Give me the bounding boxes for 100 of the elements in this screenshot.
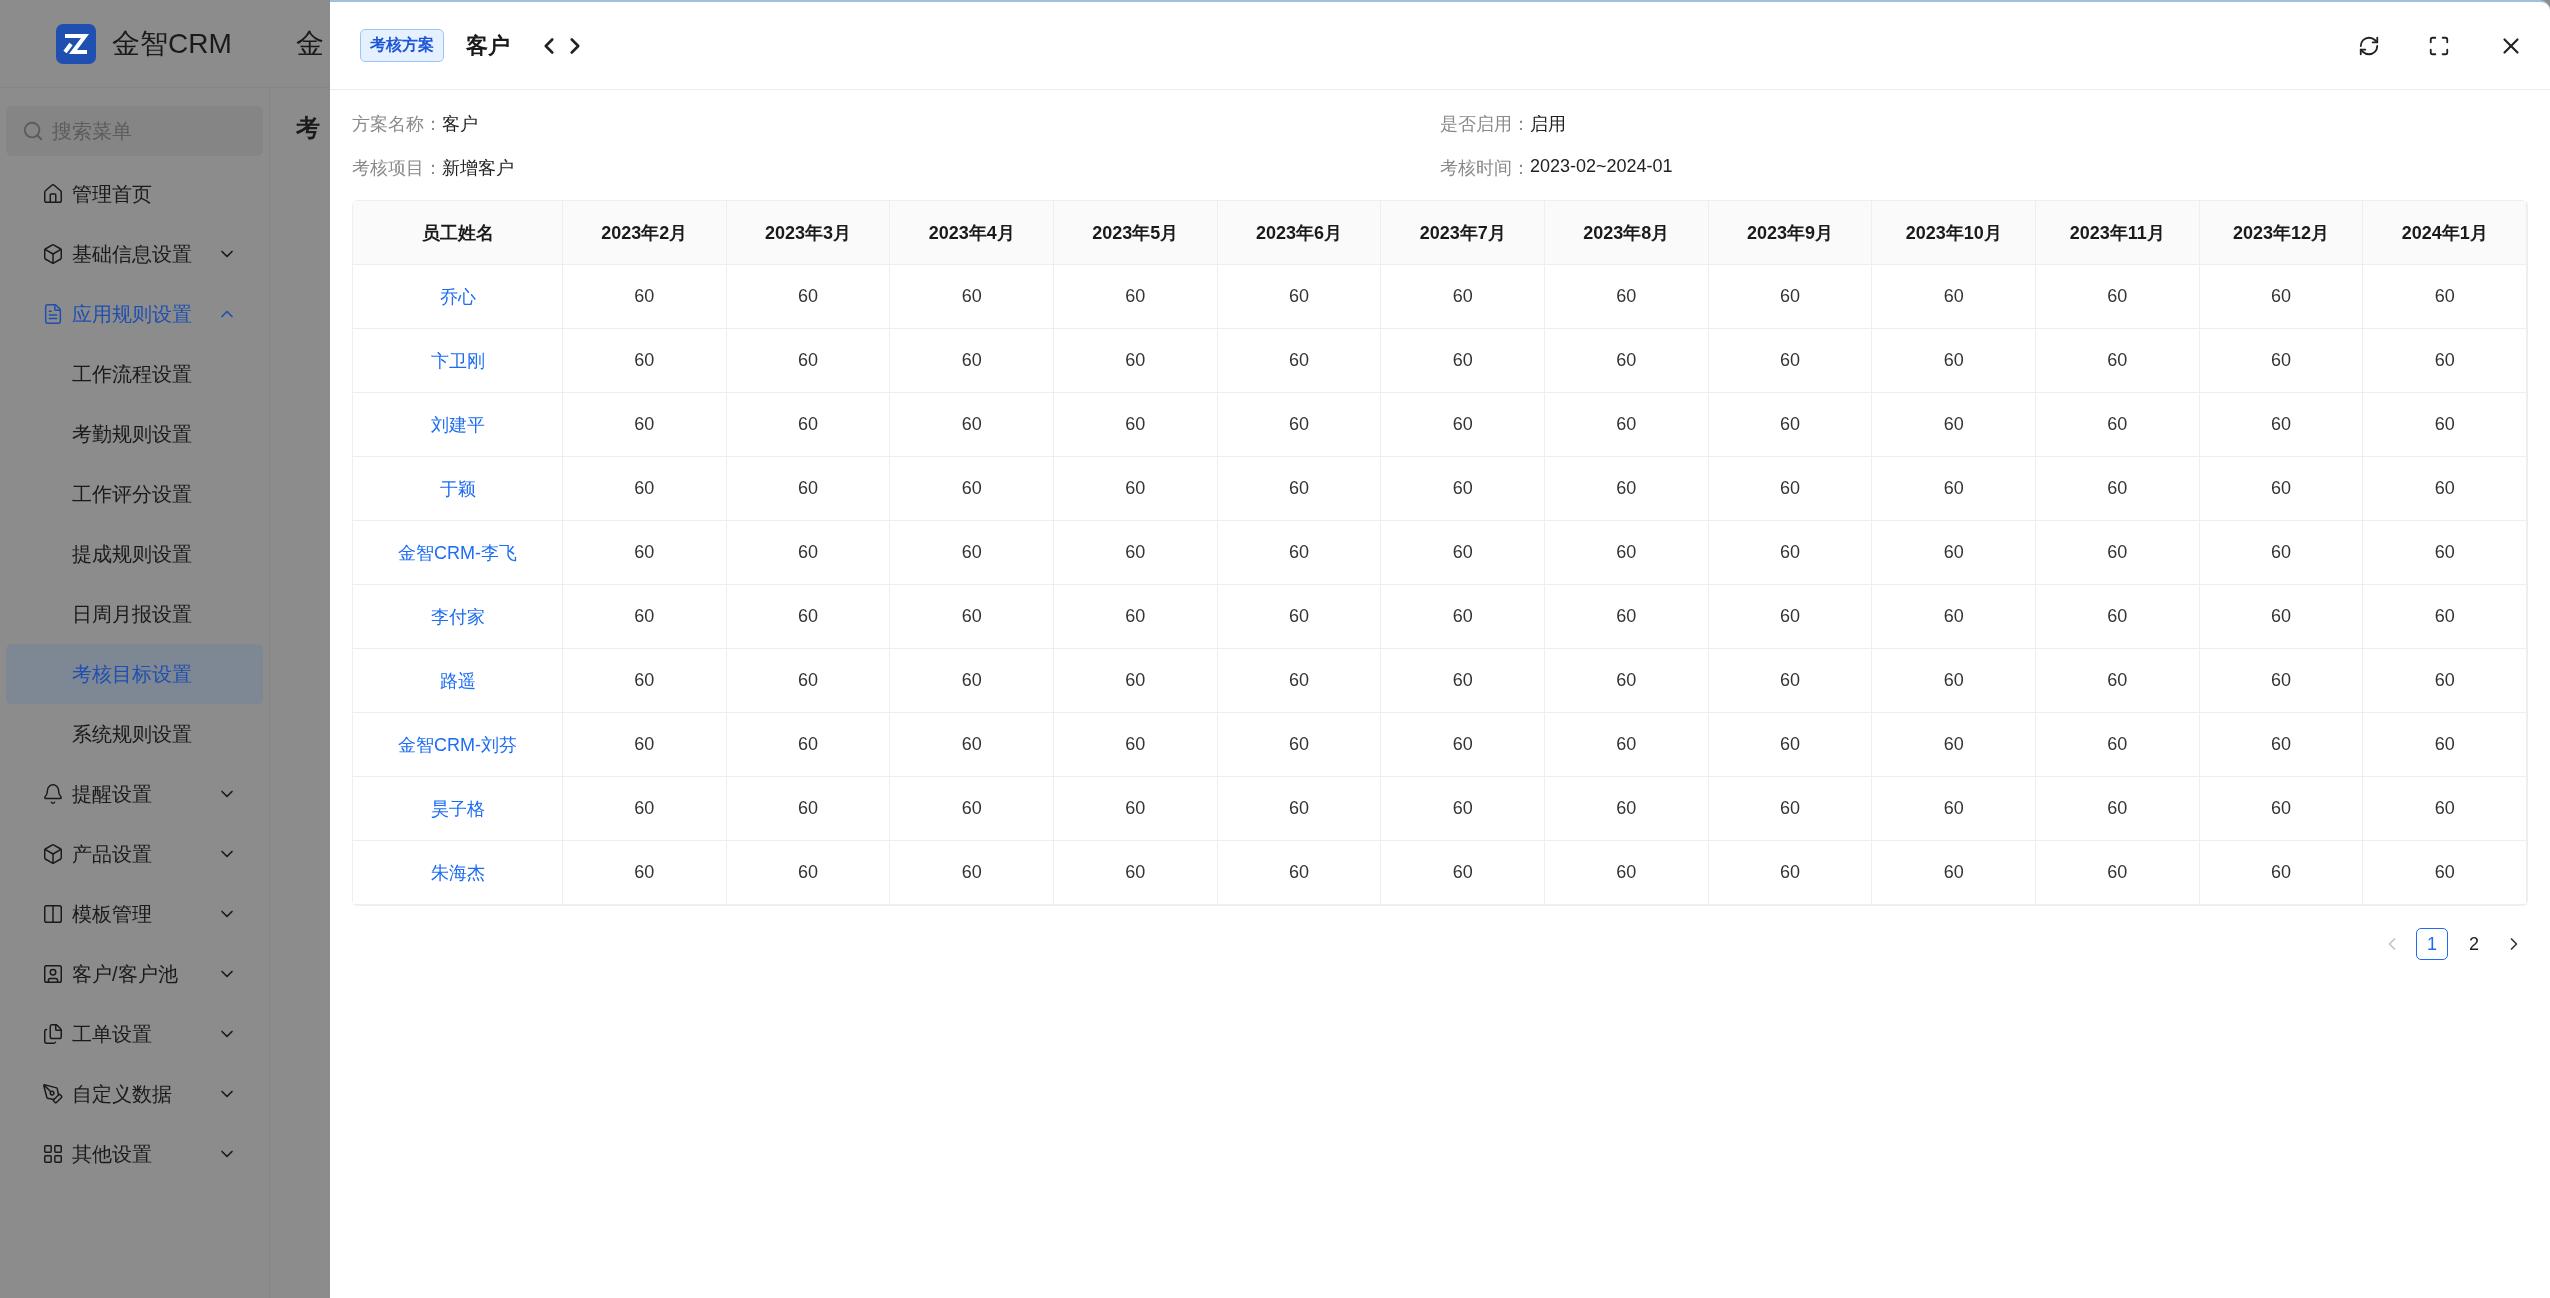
table-cell: 60 bbox=[1054, 713, 1218, 777]
table-cell: 60 bbox=[2363, 777, 2527, 841]
table-cell: 60 bbox=[2363, 713, 2527, 777]
table-cell: 60 bbox=[2036, 841, 2200, 905]
employee-link[interactable]: 金智CRM-李飞 bbox=[398, 540, 517, 565]
menu-group[interactable]: 产品设置 bbox=[6, 824, 263, 884]
employee-link[interactable]: 路遥 bbox=[439, 668, 476, 693]
table-cell: 60 bbox=[1872, 713, 2036, 777]
table-cell: 60 bbox=[1708, 841, 1873, 905]
table-cell: 60 bbox=[1545, 457, 1709, 521]
employee-link[interactable]: 昊子格 bbox=[430, 796, 485, 821]
drawer-title: 客户 bbox=[466, 31, 510, 60]
table-cell: 60 bbox=[2036, 649, 2200, 713]
table-cell: 60 bbox=[890, 777, 1054, 841]
cube-icon bbox=[42, 243, 64, 265]
table-cell: 60 bbox=[1054, 457, 1218, 521]
column-header: 2023年3月 bbox=[726, 201, 891, 265]
table-cell: 60 bbox=[1381, 521, 1545, 585]
column-header: 2023年11月 bbox=[2036, 201, 2200, 265]
search-icon bbox=[22, 120, 44, 142]
table-cell: 60 bbox=[1872, 457, 2036, 521]
refresh-icon bbox=[2358, 34, 2380, 57]
table-cell: 60 bbox=[563, 521, 727, 585]
table-cell: 60 bbox=[1381, 585, 1545, 649]
table-cell: 60 bbox=[1872, 649, 2036, 713]
table-cell: 60 bbox=[890, 713, 1054, 777]
table-cell: 60 bbox=[1217, 457, 1382, 521]
table-cell: 60 bbox=[563, 457, 727, 521]
page-button[interactable]: 1 bbox=[2416, 928, 2448, 960]
table-cell: 60 bbox=[2363, 265, 2527, 329]
table-cell: 60 bbox=[1708, 713, 1873, 777]
table-cell: 60 bbox=[1545, 329, 1709, 393]
column-header: 员工姓名 bbox=[353, 201, 563, 265]
column-header: 2023年2月 bbox=[563, 201, 727, 265]
employee-link[interactable]: 卞卫刚 bbox=[430, 348, 485, 373]
table-cell: 60 bbox=[1054, 265, 1218, 329]
table-cell: 60 bbox=[2199, 265, 2364, 329]
table-cell: 60 bbox=[2199, 649, 2364, 713]
table-cell: 60 bbox=[1217, 649, 1382, 713]
page-title: 考 bbox=[296, 114, 320, 141]
pen-tool-icon bbox=[42, 1083, 64, 1105]
table-cell: 60 bbox=[1217, 521, 1382, 585]
menu-group[interactable]: 基础信息设置 bbox=[6, 224, 263, 284]
table-cell: 60 bbox=[2036, 777, 2200, 841]
employee-link[interactable]: 李付家 bbox=[430, 604, 485, 629]
table-cell: 60 bbox=[890, 329, 1054, 393]
menu-group[interactable]: 自定义数据 bbox=[6, 1064, 263, 1124]
table-cell: 60 bbox=[2363, 521, 2527, 585]
employee-link[interactable]: 金智CRM-刘芬 bbox=[398, 732, 517, 757]
table-cell: 60 bbox=[1381, 457, 1545, 521]
table-cell: 60 bbox=[2199, 521, 2364, 585]
menu-group[interactable]: 工单设置 bbox=[6, 1004, 263, 1064]
table-cell: 60 bbox=[726, 521, 891, 585]
submenu-item[interactable]: 工作评分设置 bbox=[6, 464, 263, 524]
table-cell: 60 bbox=[1054, 841, 1218, 905]
column-header: 2024年1月 bbox=[2363, 201, 2527, 265]
table-cell: 60 bbox=[1545, 841, 1709, 905]
table-cell: 60 bbox=[726, 585, 891, 649]
info-value: 2023-02~2024-01 bbox=[1530, 156, 1673, 178]
table-cell: 60 bbox=[1054, 585, 1218, 649]
table-cell: 60 bbox=[1708, 265, 1873, 329]
table-cell: 60 bbox=[726, 457, 891, 521]
table-cell: 60 bbox=[1545, 265, 1709, 329]
employee-link[interactable]: 于颖 bbox=[439, 476, 476, 501]
employee-link[interactable]: 朱海杰 bbox=[430, 860, 485, 885]
column-header: 2023年7月 bbox=[1381, 201, 1545, 265]
info-value: 新增客户 bbox=[442, 157, 514, 180]
files-icon bbox=[42, 1023, 64, 1045]
table-cell: 60 bbox=[1381, 649, 1545, 713]
table-cell: 60 bbox=[563, 329, 727, 393]
table-cell: 60 bbox=[563, 585, 727, 649]
table-cell: 60 bbox=[1381, 713, 1545, 777]
table-cell: 60 bbox=[726, 777, 891, 841]
info-value: 启用 bbox=[1530, 113, 1566, 136]
submenu-item[interactable]: 系统规则设置 bbox=[6, 704, 263, 764]
employee-link[interactable]: 刘建平 bbox=[430, 412, 485, 437]
table-cell: 60 bbox=[726, 649, 891, 713]
table-cell: 60 bbox=[726, 841, 891, 905]
info-label: 考核时间： bbox=[1440, 157, 1530, 180]
column-header: 2023年12月 bbox=[2199, 201, 2364, 265]
table-cell: 60 bbox=[890, 393, 1054, 457]
submenu-item[interactable]: 工作流程设置 bbox=[6, 344, 263, 404]
table-cell: 60 bbox=[726, 393, 891, 457]
employee-link[interactable]: 乔心 bbox=[439, 284, 476, 309]
menu-group[interactable]: 其他设置 bbox=[6, 1124, 263, 1184]
menu-group[interactable]: 提醒设置 bbox=[6, 764, 263, 824]
menu-group[interactable]: 模板管理 bbox=[6, 884, 263, 944]
bell-icon bbox=[42, 783, 64, 805]
submenu-item[interactable]: 提成规则设置 bbox=[6, 524, 263, 584]
table-cell: 60 bbox=[1217, 777, 1382, 841]
table-cell: 60 bbox=[1545, 393, 1709, 457]
table-cell: 60 bbox=[890, 265, 1054, 329]
menu-item[interactable]: 管理首页 bbox=[6, 164, 263, 224]
submenu-item[interactable]: 日周月报设置 bbox=[6, 584, 263, 644]
table-cell: 60 bbox=[726, 713, 891, 777]
table-cell: 60 bbox=[2363, 649, 2527, 713]
table-cell: 60 bbox=[2199, 713, 2364, 777]
table-cell: 60 bbox=[1381, 777, 1545, 841]
submenu-item[interactable]: 考勤规则设置 bbox=[6, 404, 263, 464]
menu-group[interactable]: 客户/客户池 bbox=[6, 944, 263, 1004]
